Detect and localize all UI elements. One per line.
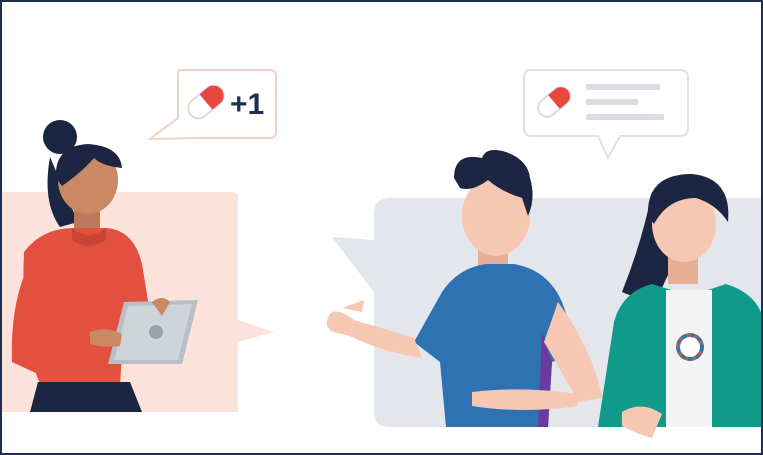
logo-badge-icon (676, 333, 704, 361)
plus-one-text: +1 (230, 88, 264, 121)
illustration-scene: +1 (2, 69, 761, 438)
right-pill-bubble (523, 69, 689, 161)
illustration-frame: +1 (0, 0, 763, 455)
left-pill-bubble: +1 (146, 69, 277, 141)
